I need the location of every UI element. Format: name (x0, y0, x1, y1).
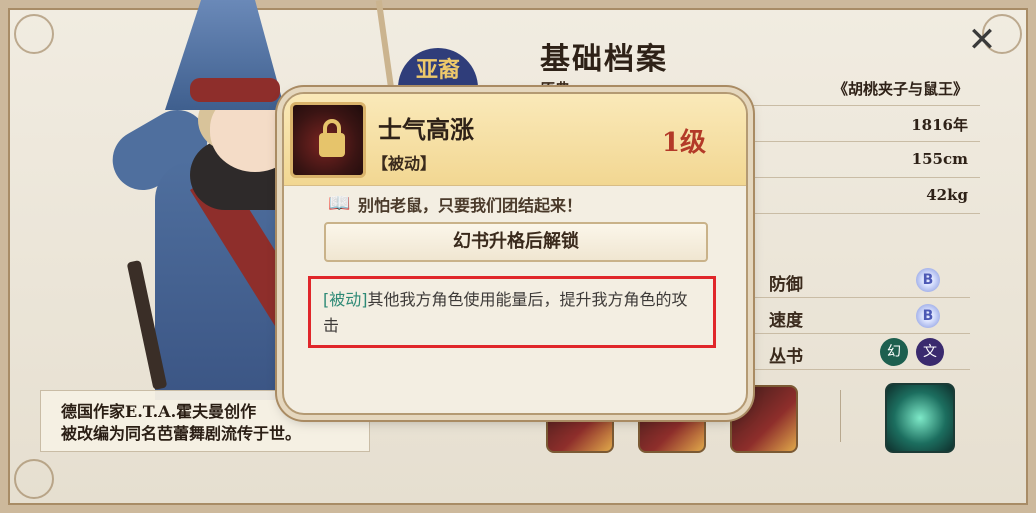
effect-text: 其他我方角色使用能量后，提升我方角色的攻击 (323, 290, 688, 335)
stats-table: 防御 B 速度 B 丛书 幻 文 (755, 258, 970, 378)
description-line: 被改编为同名芭蕾舞剧流传于世。 (61, 424, 302, 443)
book-icon[interactable] (885, 383, 955, 453)
faction-badge-text: 亚裔 (415, 57, 460, 83)
skill-quote: 别怕老鼠，只要我们团结起来！ (358, 196, 583, 215)
corner-ornament (14, 459, 54, 499)
series-fantasy-icon[interactable]: 幻 (880, 338, 908, 366)
divider (840, 390, 841, 442)
grade-badge-icon: B (916, 304, 940, 328)
lock-icon-body (319, 133, 345, 157)
stat-label: 防御 (769, 275, 803, 295)
profile-row-value: 《胡桃夹子与鼠王》 (832, 80, 968, 98)
stat-label: 丛书 (769, 347, 803, 367)
character-hat-band (190, 78, 280, 102)
profile-row-value: 1816年 (911, 116, 968, 134)
profile-row-value: 155cm (911, 150, 968, 168)
skill-tooltip-popup: 士气高涨 【被动】 1级 📖 别怕老鼠，只要我们团结起来！ 幻书升格后解锁 [被… (282, 92, 748, 415)
skill-type: 【被动】 (372, 154, 437, 173)
corner-ornament (14, 14, 54, 54)
profile-row-value: 42kg (926, 186, 968, 204)
skill-level: 1级 (661, 128, 706, 158)
book-quote-icon: 📖 (328, 193, 351, 214)
effect-tag: [被动] (323, 290, 368, 309)
series-literature-icon[interactable]: 文 (916, 338, 944, 366)
skill-header: 士气高涨 【被动】 1级 (284, 94, 746, 186)
skill-name: 士气高涨 (378, 115, 474, 144)
skill-effect-box: [被动]其他我方角色使用能量后，提升我方角色的攻击 (308, 276, 716, 348)
stat-label: 速度 (769, 311, 803, 331)
close-icon[interactable]: ✕ (960, 18, 1004, 62)
stat-row-defense: 防御 B (755, 262, 970, 298)
locked-skill-icon (290, 102, 366, 178)
grade-badge-icon: B (916, 268, 940, 292)
unlock-condition-button[interactable]: 幻书升格后解锁 (324, 222, 708, 262)
stat-row-series: 丛书 幻 文 (755, 334, 970, 370)
stat-row-speed: 速度 B (755, 298, 970, 334)
